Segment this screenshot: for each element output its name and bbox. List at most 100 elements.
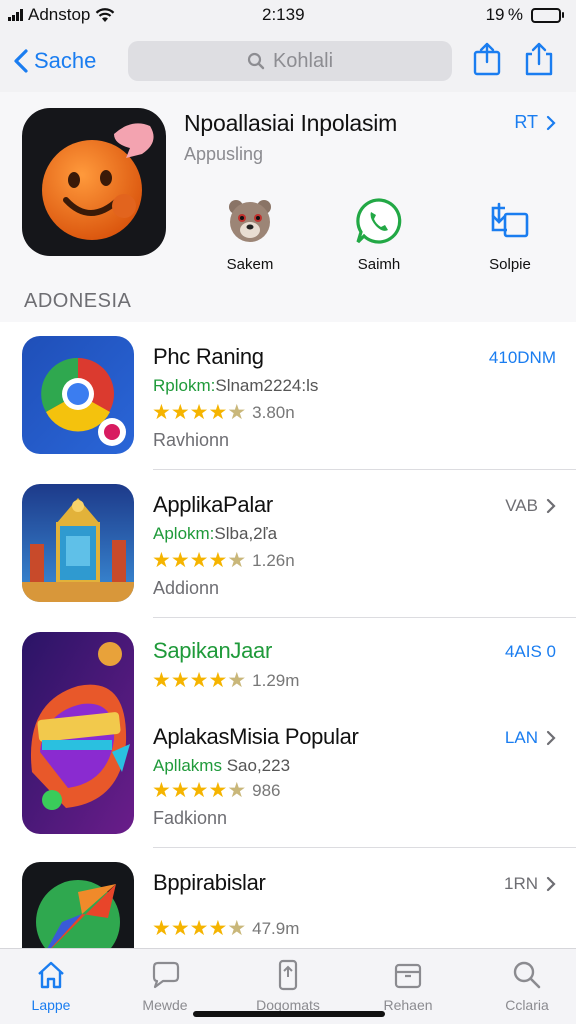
list-item[interactable]: Bppirabislar ★ ★ ★ ★ ★ 47.9m 1RN: [0, 848, 576, 948]
back-button[interactable]: Sache: [12, 48, 96, 74]
chevron-right-icon: [546, 498, 556, 514]
featured-app-subtitle: Appusling: [184, 144, 264, 164]
battery-icon: [531, 7, 564, 23]
chat-icon: [149, 959, 181, 991]
get-button-label: 1RN: [503, 874, 538, 893]
half-star-icon: ★: [227, 779, 247, 802]
rating-stars: ★ ★ ★ ★ ★ 3.80n: [152, 402, 295, 423]
app-category-prefix: Apllakms: [153, 756, 222, 775]
star-icon: ★: [152, 917, 171, 940]
star-icon: ★: [189, 669, 209, 692]
app-developer: Fadkionn: [153, 808, 228, 828]
get-button[interactable]: 410DNM: [489, 348, 556, 368]
app-name: Phc Raning: [153, 344, 264, 369]
nav-bar: Sache Kohlali: [0, 38, 576, 84]
get-button[interactable]: 4AIS 0: [505, 642, 556, 662]
get-button[interactable]: 1RN: [504, 874, 556, 894]
star-icon: ★: [189, 401, 209, 424]
list-item[interactable]: ApplikaPalar Aplokm:Slba,2ľa ★ ★ ★ ★ ★ 1.26n…: [0, 470, 576, 618]
mini-app-saimh[interactable]: Saimh: [339, 196, 419, 273]
export-button[interactable]: [524, 42, 554, 76]
featured-app-title: Npoallasiai Inpolasim: [184, 110, 398, 136]
rating-count: 47.9m: [252, 918, 300, 938]
back-label: Sache: [34, 48, 97, 73]
star-icon: ★: [208, 549, 228, 572]
status-left: Adnstop: [8, 5, 115, 25]
share-button[interactable]: [472, 42, 502, 76]
get-button-label: 410DNM: [488, 348, 556, 367]
star-icon: ★: [208, 669, 228, 692]
tab-label: Mewde: [142, 997, 188, 1013]
status-bar: Adnstop 2:139 19 %: [0, 0, 576, 30]
search-icon: [247, 52, 265, 70]
share-icon: [473, 42, 501, 76]
star-icon: ★: [208, 401, 228, 424]
mini-app-label: Saimh: [357, 256, 401, 273]
app-name: ApplikaPalar: [153, 492, 273, 517]
star-icon: ★: [152, 549, 171, 572]
search-input[interactable]: Kohlali: [128, 41, 452, 81]
chevron-left-icon: [14, 49, 28, 73]
star-icon: ★: [208, 917, 228, 940]
half-star-icon: ★: [227, 549, 247, 572]
search-placeholder: Kohlali: [272, 49, 334, 72]
star-icon: ★: [189, 917, 209, 940]
featured-app-card[interactable]: Npoallasiai Inpolasim Appusling RT Sakem…: [0, 92, 576, 322]
get-button-label: 4AIS 0: [504, 642, 556, 661]
arrow-app-icon: [22, 862, 134, 948]
chevron-right-icon: [546, 876, 556, 892]
get-button[interactable]: VAB: [505, 496, 556, 516]
star-icon: ★: [170, 669, 190, 692]
rating-stars: ★ ★ ★ ★ ★ 47.9m: [152, 918, 299, 939]
featured-action-button[interactable]: RT: [514, 112, 556, 133]
half-star-icon: ★: [227, 669, 247, 692]
star-icon: ★: [208, 779, 228, 802]
star-icon: ★: [152, 401, 171, 424]
tab-lappe[interactable]: Lappe: [6, 959, 96, 1013]
app-category-prefix: Aplokm:: [153, 524, 215, 543]
tab-cclaria[interactable]: Cclaria: [482, 959, 572, 1013]
tab-rehaen[interactable]: Rehaen: [363, 959, 453, 1013]
rating-stars: ★ ★ ★ ★ ★ 986: [152, 780, 281, 801]
get-button[interactable]: LAN: [505, 728, 556, 748]
chevron-right-icon: [546, 730, 556, 746]
app-name: Bppirabislar: [153, 870, 266, 895]
rating-stars: ★ ★ ★ ★ ★ 1.29m: [152, 670, 299, 691]
home-indicator[interactable]: [193, 1011, 385, 1017]
tab-label: Lappe: [31, 997, 71, 1013]
star-icon: ★: [189, 549, 209, 572]
app-category: Aplokm:Slba,2ľa: [153, 524, 277, 544]
phone-chat-app-icon: [354, 196, 404, 246]
rating-count: 1.29m: [252, 670, 300, 690]
list-item[interactable]: Phc Raning Rplokm:Slnam2224:ls ★ ★ ★ ★ ★ 3.8…: [0, 322, 576, 470]
tab-label: Rehaen: [383, 997, 433, 1013]
get-button-label: VAB: [505, 496, 538, 515]
star-icon: ★: [170, 401, 190, 424]
mini-app-sakem[interactable]: Sakem: [210, 196, 290, 273]
tab-label: Cclaria: [505, 997, 549, 1013]
wifi-icon: [96, 8, 115, 22]
app-category-detail: Sao,223: [226, 756, 291, 775]
mini-app-solpie[interactable]: Solpie: [470, 196, 550, 273]
list-item[interactable]: SapikanJaar ★ ★ ★ ★ ★ 1.29m 4AIS 0: [0, 618, 576, 726]
status-right: 19 %: [486, 5, 564, 25]
phone-icon: [272, 959, 304, 991]
rating-count: 986: [252, 780, 281, 800]
rating-count: 3.80n: [252, 402, 295, 422]
app-name: AplakasMisia Popular: [153, 724, 359, 749]
battery-percent: 19 %: [485, 5, 523, 24]
app-category-detail: Slba,2ľa: [214, 524, 278, 543]
half-star-icon: ★: [227, 401, 247, 424]
app-developer: Ravhionn: [153, 430, 230, 450]
star-icon: ★: [152, 779, 171, 802]
list-item[interactable]: AplakasMisia Popular Apllakms Sao,223 ★ ★…: [0, 724, 576, 848]
star-icon: ★: [189, 779, 209, 802]
app-name: SapikanJaar: [153, 638, 272, 663]
app-list: Phc Raning Rplokm:Slnam2224:ls ★ ★ ★ ★ ★ 3.8…: [0, 322, 576, 948]
rating-stars: ★ ★ ★ ★ ★ 1.26n: [152, 550, 295, 571]
carrier-name: Adnstop: [28, 5, 91, 24]
tab-dogomats[interactable]: Dogomats: [243, 959, 333, 1013]
tab-mewde[interactable]: Mewde: [120, 959, 210, 1013]
half-star-icon: ★: [227, 917, 247, 940]
app-category-prefix: Rplokm:: [153, 376, 216, 395]
